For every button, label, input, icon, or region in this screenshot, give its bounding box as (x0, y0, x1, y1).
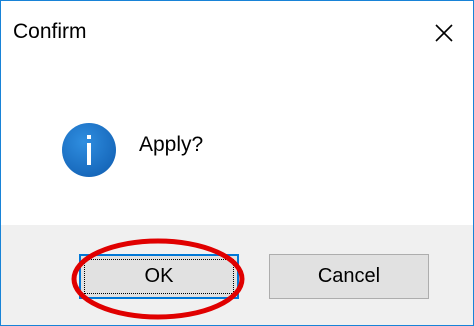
close-icon (434, 23, 454, 43)
dialog-content: Apply? (1, 65, 473, 225)
dialog-footer: OK Cancel (1, 225, 473, 325)
info-icon (59, 120, 119, 180)
dialog-title: Confirm (13, 20, 87, 43)
confirm-dialog: Confirm Apply? OK Cancel (0, 0, 474, 326)
ok-button[interactable]: OK (79, 254, 239, 299)
cancel-button[interactable]: Cancel (269, 254, 429, 299)
dialog-message: Apply? (139, 133, 204, 156)
cancel-button-label: Cancel (317, 265, 381, 287)
title-bar: Confirm (1, 1, 473, 65)
ok-button-label: OK (144, 265, 174, 287)
close-button[interactable] (415, 1, 473, 65)
